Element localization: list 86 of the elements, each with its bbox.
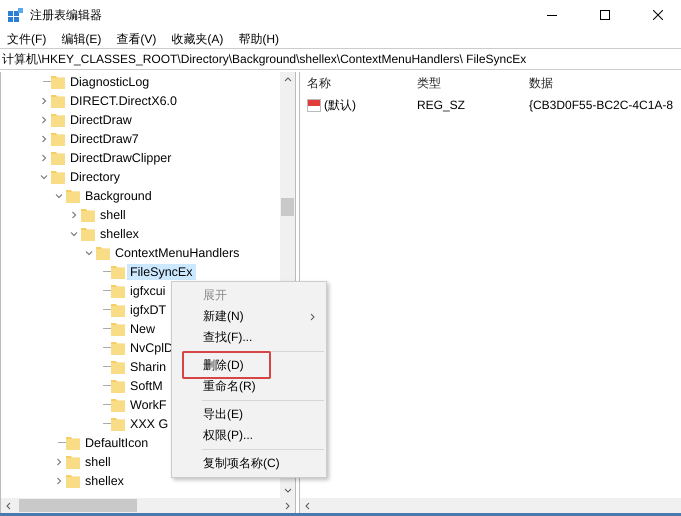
column-header[interactable]: 类型	[417, 74, 529, 92]
tree-item[interactable]: WorkF	[127, 396, 170, 412]
folder-icon	[51, 93, 65, 108]
column-header[interactable]: 名称	[307, 74, 417, 92]
string-value-icon	[307, 98, 321, 112]
tree-item[interactable]: shell	[82, 454, 114, 470]
tree-line	[103, 308, 111, 310]
folder-icon	[51, 131, 65, 146]
tree-item[interactable]: Background	[82, 188, 155, 204]
tree-line	[103, 328, 111, 330]
folder-icon	[51, 112, 65, 127]
address-bar[interactable]: 计算机\HKEY_CLASSES_ROOT\Directory\Background\shellex\ContextMenuHandlers\ FileSyncEx	[0, 48, 681, 70]
tree-item[interactable]: ContextMenuHandlers	[112, 244, 242, 260]
tree-item[interactable]: igfxDT	[127, 302, 170, 318]
horizontal-scrollbar[interactable]	[300, 498, 681, 513]
folder-icon	[111, 359, 125, 374]
scrollbar-thumb[interactable]	[281, 198, 294, 216]
menu-item[interactable]: 收藏夹(A)	[170, 30, 224, 48]
tree-item[interactable]: Directory	[67, 168, 124, 184]
tree-item[interactable]: XXX G	[127, 416, 172, 432]
tree-line	[58, 442, 66, 444]
tree-item[interactable]: Sharin	[127, 358, 170, 374]
registry-editor-icon	[8, 8, 23, 22]
value-data: {CB3D0F55-BC2C-4C1A-8	[529, 98, 674, 112]
column-header[interactable]: 数据	[529, 74, 681, 92]
tree-item[interactable]: DIRECT.DirectX6.0	[67, 92, 180, 108]
folder-icon	[111, 378, 125, 393]
folder-icon	[81, 207, 95, 222]
folder-icon	[66, 473, 80, 488]
folder-icon	[51, 169, 65, 184]
menu-item[interactable]: 导出(E)	[172, 404, 326, 425]
menu-item[interactable]: 查找(F)...	[172, 327, 326, 348]
scroll-right-icon[interactable]	[285, 502, 291, 510]
menu-item[interactable]: 新建(N)	[172, 306, 326, 327]
folder-icon	[96, 245, 110, 260]
scroll-left-icon[interactable]	[304, 502, 310, 510]
close-icon	[653, 10, 663, 20]
menu-item[interactable]: 文件(F)	[6, 30, 48, 48]
tree-item[interactable]: FileSyncEx	[127, 264, 196, 280]
tree-line	[103, 422, 111, 424]
folder-icon	[66, 454, 80, 469]
folder-icon	[111, 302, 125, 317]
menu-item[interactable]: 删除(D)	[182, 351, 271, 379]
tree-item[interactable]: shellex	[82, 472, 127, 488]
tree-line	[103, 366, 111, 368]
scroll-down-icon[interactable]	[284, 488, 292, 494]
tree-line	[103, 270, 111, 272]
menu-item[interactable]: 帮助(H)	[237, 30, 280, 48]
menu-item[interactable]: 复制项名称(C)	[172, 453, 326, 474]
folder-icon	[111, 416, 125, 431]
menu-item[interactable]: 编辑(E)	[60, 30, 102, 48]
tree-item[interactable]: DiagnosticLog	[67, 74, 152, 90]
scroll-up-icon[interactable]	[284, 76, 292, 82]
menu-item[interactable]: 权限(P)...	[172, 425, 326, 446]
folder-icon	[51, 150, 65, 165]
tree-item[interactable]: DirectDraw7	[67, 130, 142, 146]
tree-line	[103, 404, 111, 406]
tree-item[interactable]: shell	[97, 206, 129, 222]
tree-item[interactable]: DirectDraw	[67, 112, 135, 128]
tree-item[interactable]: shellex	[97, 226, 142, 242]
value-name: (默认)	[324, 96, 356, 114]
tree-line	[103, 290, 111, 292]
tree-item[interactable]: DirectDrawClipper	[67, 150, 174, 166]
scroll-left-icon[interactable]	[5, 502, 11, 510]
tree-item[interactable]: igfxcui	[127, 282, 168, 298]
folder-icon	[111, 340, 125, 355]
folder-icon	[66, 188, 80, 203]
folder-icon	[81, 226, 95, 241]
tree-line	[43, 80, 51, 82]
folder-icon	[66, 435, 80, 450]
maximize-icon	[600, 10, 610, 20]
folder-icon	[111, 264, 125, 279]
tree-line	[103, 384, 111, 386]
folder-icon	[111, 283, 125, 298]
tree-item[interactable]: SoftM	[127, 378, 166, 394]
folder-icon	[111, 397, 125, 412]
menu-item[interactable]: 查看(V)	[115, 30, 158, 48]
folder-icon	[51, 74, 65, 89]
folder-icon	[111, 321, 125, 336]
tree-line	[103, 346, 111, 348]
menu-item[interactable]: 重命名(R)	[172, 376, 326, 397]
horizontal-scrollbar[interactable]	[1, 498, 295, 513]
tree-item[interactable]: New	[127, 320, 158, 336]
value-type: REG_SZ	[417, 98, 466, 112]
tree-item[interactable]: DefaultIcon	[82, 434, 152, 450]
window-title: 注册表编辑器	[30, 6, 103, 24]
